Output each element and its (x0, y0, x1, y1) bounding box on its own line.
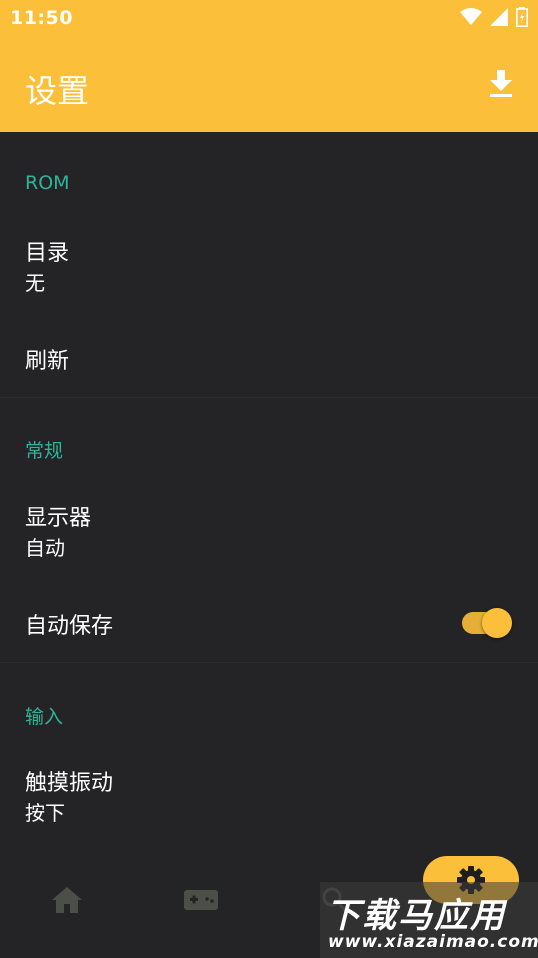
toggle-thumb (482, 608, 512, 638)
pref-haptic-summary: 按下 (25, 801, 65, 825)
pref-display-summary: 自动 (25, 536, 65, 560)
nav-home[interactable] (47, 882, 87, 918)
divider (0, 397, 538, 398)
pref-refresh-title: 刷新 (25, 349, 70, 374)
pref-refresh[interactable]: 刷新 (0, 327, 538, 397)
pref-display[interactable]: 显示器 自动 (0, 482, 538, 587)
pref-autosave[interactable]: 自动保存 (0, 587, 538, 662)
status-time: 11:50 (10, 7, 73, 29)
watermark-url: www.xiazaimao.com (328, 932, 538, 952)
section-header-input: 输入 (25, 706, 64, 728)
watermark: 下载马应用 www.xiazaimao.com (320, 882, 538, 958)
section-header-general: 常规 (25, 440, 64, 462)
pref-directory-summary: 无 (25, 271, 45, 295)
section-header-rom: ROM (25, 172, 70, 194)
pref-directory[interactable]: 目录 无 (0, 217, 538, 327)
divider (0, 662, 538, 663)
battery-icon (516, 7, 528, 27)
cellular-icon (490, 8, 508, 26)
watermark-title: 下载马应用 (326, 896, 506, 936)
status-icons (460, 7, 528, 27)
autosave-toggle[interactable] (462, 608, 512, 638)
nav-games[interactable] (181, 882, 221, 918)
pref-directory-title: 目录 (25, 241, 70, 266)
pref-haptic-title: 触摸振动 (25, 771, 114, 796)
wifi-icon (460, 8, 482, 25)
download-button[interactable] (486, 69, 516, 99)
settings-list: ROM 目录 无 刷新 常规 显示器 自动 自动保存 输入 触摸振动 按下 (0, 132, 538, 844)
gamepad-icon (184, 890, 218, 910)
app-bar: 设置 (0, 36, 538, 132)
pref-display-title: 显示器 (25, 506, 92, 531)
status-bar: 11:50 (0, 0, 538, 36)
download-icon (490, 70, 512, 97)
page-title: 设置 (25, 72, 90, 110)
pref-haptic[interactable]: 触摸振动 按下 (0, 747, 538, 847)
home-icon (52, 887, 82, 913)
pref-autosave-title: 自动保存 (25, 614, 114, 639)
